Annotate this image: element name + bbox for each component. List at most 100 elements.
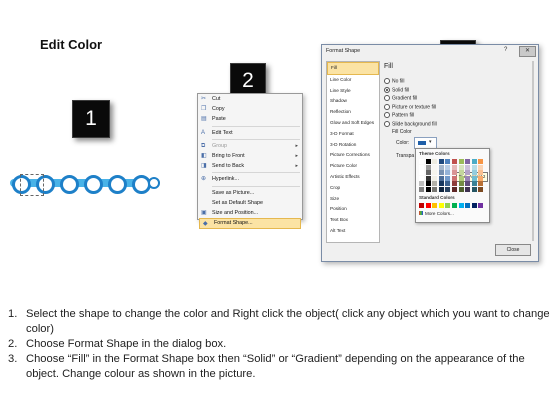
color-swatch[interactable] [419, 186, 424, 192]
nav-item-line-style[interactable]: Line Style [327, 86, 379, 97]
menu-item-size-and-position[interactable]: ▣ Size and Position... [198, 208, 302, 218]
radio-button[interactable] [384, 120, 390, 127]
color-swatch[interactable] [425, 159, 431, 164]
standard-color-swatch[interactable] [452, 203, 457, 208]
color-swatch[interactable] [478, 170, 484, 176]
color-swatch[interactable] [419, 181, 424, 187]
fill-option-gradient-fill[interactable]: Gradient fill [384, 95, 417, 101]
color-swatch[interactable] [432, 186, 438, 192]
color-swatch[interactable] [465, 159, 471, 164]
color-swatch[interactable] [452, 159, 457, 164]
color-swatch[interactable] [438, 170, 444, 176]
color-swatch[interactable] [471, 159, 477, 164]
color-swatch[interactable] [445, 159, 451, 164]
fill-option-slide-background-fill[interactable]: Slide background fill [384, 120, 437, 127]
menu-item-edit-text[interactable]: A Edit Text [198, 128, 302, 138]
menu-item-group[interactable]: ⧉ Group ▸ [198, 141, 302, 151]
color-swatch[interactable] [471, 175, 477, 181]
color-swatch[interactable] [458, 181, 464, 187]
color-swatch[interactable] [458, 159, 464, 164]
fill-option-no-fill[interactable]: No fill [384, 78, 405, 84]
nav-item-picture-corrections[interactable]: Picture Corrections [327, 150, 379, 161]
color-swatch[interactable] [419, 170, 424, 176]
standard-color-swatch[interactable] [419, 203, 424, 208]
color-swatch[interactable] [438, 165, 444, 170]
radio-button[interactable] [384, 95, 390, 101]
radio-button[interactable] [384, 78, 390, 84]
nav-item-size[interactable]: Size [327, 194, 379, 205]
color-swatch[interactable] [458, 175, 464, 181]
nav-item-shadow[interactable]: Shadow [327, 96, 379, 107]
color-swatch[interactable] [478, 159, 484, 164]
more-colors-link[interactable]: More Colors... [419, 211, 454, 216]
color-swatch[interactable] [452, 165, 457, 170]
color-swatch[interactable] [452, 181, 457, 187]
color-swatch[interactable] [465, 170, 471, 176]
color-swatch[interactable] [465, 175, 471, 181]
color-swatch[interactable] [471, 165, 477, 170]
color-swatch[interactable] [452, 175, 457, 181]
color-swatch[interactable] [471, 186, 477, 192]
color-swatch[interactable] [432, 170, 438, 176]
color-swatch[interactable] [478, 181, 484, 187]
nav-item-3-d-rotation[interactable]: 3-D Rotation [327, 140, 379, 151]
nav-item-reflection[interactable]: Reflection [327, 107, 379, 118]
menu-item-save-as-picture[interactable]: Save as Picture... [198, 188, 302, 198]
close-icon[interactable]: ✕ [519, 46, 536, 57]
nav-item-glow-and-soft-edges[interactable]: Glow and Soft Edges [327, 118, 379, 129]
radio-button[interactable] [384, 86, 390, 93]
standard-color-swatch[interactable] [471, 203, 477, 208]
color-swatch[interactable] [471, 170, 477, 176]
color-swatch[interactable] [432, 165, 438, 170]
color-swatch[interactable] [419, 175, 424, 181]
menu-item-cut[interactable]: ✂ Cut [198, 94, 302, 104]
standard-color-swatch[interactable] [445, 203, 451, 208]
color-swatch[interactable] [478, 186, 484, 192]
chain-ring[interactable] [60, 175, 79, 194]
nav-item-3-d-format[interactable]: 3-D Format [327, 129, 379, 140]
menu-item-set-as-default-shape[interactable]: Set as Default Shape [198, 198, 302, 208]
color-swatch[interactable] [445, 175, 451, 181]
menu-item-hyperlink[interactable]: ⊕ Hyperlink... [198, 174, 302, 184]
standard-color-swatch[interactable] [432, 203, 438, 208]
color-swatch[interactable] [465, 181, 471, 187]
nav-item-artistic-effects[interactable]: Artistic Effects [327, 172, 379, 183]
color-swatch[interactable] [432, 175, 438, 181]
menu-item-bring-to-front[interactable]: ◧ Bring to Front ▸ [198, 151, 302, 161]
color-swatch[interactable] [465, 186, 471, 192]
standard-color-swatch[interactable] [465, 203, 471, 208]
color-swatch[interactable] [478, 175, 484, 181]
help-icon[interactable]: ? [504, 47, 507, 53]
menu-item-send-to-back[interactable]: ◨ Send to Back ▸ [198, 161, 302, 171]
nav-item-text-box[interactable]: Text Box [327, 215, 379, 226]
standard-color-swatch[interactable] [478, 203, 484, 208]
nav-item-position[interactable]: Position [327, 204, 379, 215]
nav-item-fill[interactable]: Fill [327, 62, 379, 75]
fill-option-solid-fill[interactable]: Solid fill [384, 86, 409, 93]
standard-color-swatch[interactable] [458, 203, 464, 208]
menu-item-paste[interactable]: ▤ Paste [198, 114, 302, 124]
color-swatch[interactable] [425, 181, 431, 187]
color-swatch[interactable] [445, 165, 451, 170]
close-button[interactable]: Close [495, 244, 531, 256]
color-swatch[interactable] [432, 159, 438, 164]
color-swatch[interactable] [471, 181, 477, 187]
color-swatch[interactable] [432, 181, 438, 187]
radio-button[interactable] [384, 112, 390, 118]
chain-ring[interactable] [148, 177, 160, 189]
radio-button[interactable] [384, 103, 390, 110]
color-swatch[interactable] [452, 170, 457, 176]
menu-item-copy[interactable]: ❐ Copy [198, 104, 302, 114]
color-swatch[interactable] [425, 175, 431, 181]
color-swatch[interactable] [425, 165, 431, 170]
nav-item-crop[interactable]: Crop [327, 183, 379, 194]
fill-option-pattern-fill[interactable]: Pattern fill [384, 112, 414, 118]
color-swatch[interactable] [419, 165, 424, 170]
chain-ring[interactable] [108, 175, 127, 194]
color-swatch[interactable] [438, 186, 444, 192]
color-swatch[interactable] [458, 170, 464, 176]
color-swatch[interactable] [445, 186, 451, 192]
color-swatch[interactable] [478, 165, 484, 170]
scrollbar[interactable] [532, 61, 534, 241]
color-swatch[interactable] [419, 159, 424, 164]
